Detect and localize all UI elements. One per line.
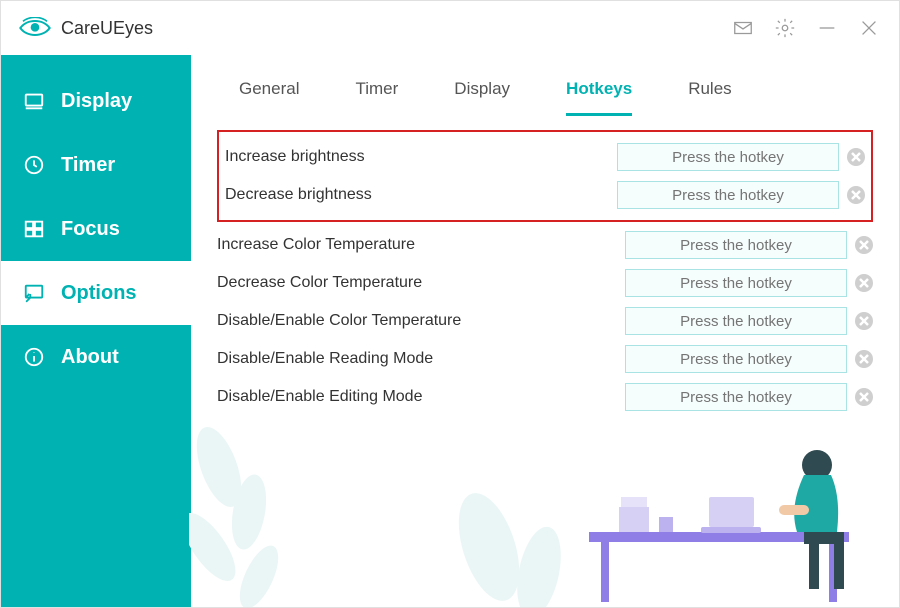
close-button[interactable] xyxy=(857,16,881,40)
hotkey-label: Disable/Enable Editing Mode xyxy=(217,388,422,406)
sidebar-item-timer[interactable]: Timer xyxy=(1,133,191,197)
sidebar-item-label: Display xyxy=(61,90,132,113)
titlebar-controls xyxy=(731,16,887,40)
tab-display[interactable]: Display xyxy=(454,79,510,116)
clear-hotkey-button[interactable] xyxy=(855,274,873,292)
highlight-annotation: Increase brightness Decrease brightness xyxy=(217,130,873,222)
focus-icon xyxy=(23,218,45,240)
tab-general[interactable]: General xyxy=(239,79,299,116)
hotkey-row: Increase brightness xyxy=(225,138,865,176)
hotkey-row: Disable/Enable Reading Mode xyxy=(217,340,873,378)
hotkey-row: Decrease Color Temperature xyxy=(217,264,873,302)
tab-timer[interactable]: Timer xyxy=(355,79,398,116)
sidebar-item-label: Timer xyxy=(61,154,115,177)
tab-hotkeys[interactable]: Hotkeys xyxy=(566,79,632,116)
hotkey-row: Decrease brightness xyxy=(225,176,865,214)
minimize-button[interactable] xyxy=(815,16,839,40)
app-window: CareUEyes Display Tim xyxy=(0,0,900,608)
titlebar: CareUEyes xyxy=(1,1,899,55)
eye-logo-icon xyxy=(19,17,51,39)
tab-bar: General Timer Display Hotkeys Rules xyxy=(191,55,899,116)
app-title: CareUEyes xyxy=(61,18,153,39)
sidebar-item-display[interactable]: Display xyxy=(1,69,191,133)
clear-hotkey-button[interactable] xyxy=(855,350,873,368)
clear-hotkey-button[interactable] xyxy=(855,236,873,254)
hotkey-row: Increase Color Temperature xyxy=(217,226,873,264)
clear-hotkey-button[interactable] xyxy=(847,186,865,204)
hotkey-input-toggle-color-temp[interactable] xyxy=(625,307,847,335)
clear-hotkey-button[interactable] xyxy=(847,148,865,166)
sidebar: Display Timer Focus Options About xyxy=(1,55,191,607)
sidebar-item-label: Focus xyxy=(61,218,120,241)
feedback-icon[interactable] xyxy=(731,16,755,40)
hotkey-label: Disable/Enable Color Temperature xyxy=(217,312,461,330)
hotkey-input-decrease-color-temp[interactable] xyxy=(625,269,847,297)
hotkey-label: Decrease Color Temperature xyxy=(217,274,422,292)
hotkey-input-toggle-reading-mode[interactable] xyxy=(625,345,847,373)
main-panel: General Timer Display Hotkeys Rules Incr… xyxy=(191,55,899,607)
hotkey-label: Increase Color Temperature xyxy=(217,236,415,254)
hotkey-input-increase-brightness[interactable] xyxy=(617,143,839,171)
about-icon xyxy=(23,346,45,368)
options-icon xyxy=(23,282,45,304)
sidebar-item-label: About xyxy=(61,346,119,369)
hotkey-row: Disable/Enable Editing Mode xyxy=(217,378,873,416)
sidebar-item-label: Options xyxy=(61,282,137,305)
hotkey-row: Disable/Enable Color Temperature xyxy=(217,302,873,340)
tab-rules[interactable]: Rules xyxy=(688,79,731,116)
sidebar-item-about[interactable]: About xyxy=(1,325,191,389)
hotkey-input-increase-color-temp[interactable] xyxy=(625,231,847,259)
display-icon xyxy=(23,90,45,112)
settings-icon[interactable] xyxy=(773,16,797,40)
app-logo: CareUEyes xyxy=(19,17,153,39)
sidebar-item-options[interactable]: Options xyxy=(1,261,191,325)
hotkey-label: Decrease brightness xyxy=(225,186,372,204)
clear-hotkey-button[interactable] xyxy=(855,388,873,406)
clear-hotkey-button[interactable] xyxy=(855,312,873,330)
timer-icon xyxy=(23,154,45,176)
sidebar-item-focus[interactable]: Focus xyxy=(1,197,191,261)
hotkey-label: Increase brightness xyxy=(225,148,365,166)
hotkeys-content: Increase brightness Decrease brightness xyxy=(191,116,899,416)
hotkey-input-decrease-brightness[interactable] xyxy=(617,181,839,209)
hotkey-label: Disable/Enable Reading Mode xyxy=(217,350,433,368)
hotkey-input-toggle-editing-mode[interactable] xyxy=(625,383,847,411)
